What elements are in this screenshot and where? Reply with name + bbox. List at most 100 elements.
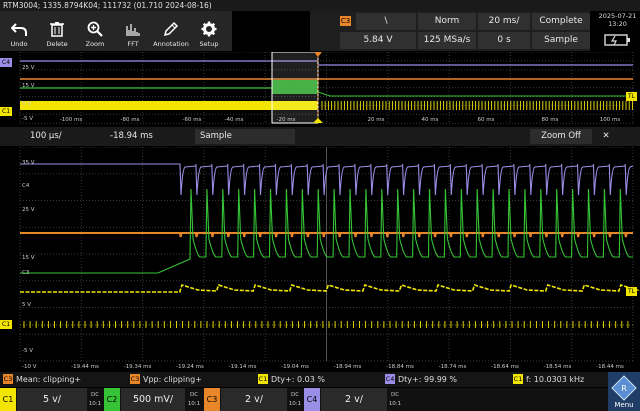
overview-c2-tail — [317, 91, 633, 97]
acquisition-mode[interactable]: Sample — [532, 32, 590, 49]
measurement-2[interactable]: C3 Vpp: clipping+ — [130, 372, 202, 387]
acquisition-state[interactable]: Complete — [532, 13, 590, 30]
zoomed-time-label: -18.54 ms — [544, 364, 572, 370]
channel-c1-badge: C1 — [0, 388, 16, 411]
zoomed-time-label: -18.64 ms — [491, 364, 519, 370]
zoomed-time-label: -19.24 ms — [176, 364, 204, 370]
trigger-slope[interactable]: \ — [356, 13, 416, 30]
channel-c2[interactable]: C2 500 mV/ DC 10:1 — [104, 388, 204, 411]
measurement-4-badge: C4 — [385, 374, 395, 384]
overview-time-label: 20 ms — [368, 117, 385, 123]
fft-button[interactable]: FFT — [114, 11, 152, 51]
zoomed-time-label: -19.14 ms — [229, 364, 257, 370]
window-title: RTM3004; 1335.8794K04; 111732 (01.710 20… — [0, 0, 640, 11]
main-toolbar: Undo Delete Zoom FFT Annotation Setup — [0, 11, 232, 51]
overview-plot: -100 ms -80 ms -60 ms -40 ms -20 ms 20 ms 40 m… — [19, 51, 634, 124]
overview-voltage-label: 25 V — [22, 65, 35, 71]
channel-c3-coupling: DC — [290, 392, 300, 398]
zoom-off-button[interactable]: Zoom Off — [530, 129, 592, 144]
sample-rate[interactable]: 125 MSa/s — [418, 32, 476, 49]
pen-icon — [163, 21, 179, 37]
channel-c2-ratio: 10:1 — [187, 401, 201, 407]
overview-voltage-label: -5 V — [22, 116, 33, 122]
delete-label: Delete — [46, 40, 68, 48]
close-zoom-icon[interactable]: ✕ — [598, 129, 614, 144]
channel-c1[interactable]: C1 5 v/ DC 10:1 — [0, 388, 104, 411]
overview-waveform-area[interactable]: -100 ms -80 ms -60 ms -40 ms -20 ms 20 ms 40 m… — [0, 51, 640, 124]
zoomed-c1-upper-trace — [20, 284, 640, 293]
overview-time-label: -20 ms — [277, 117, 296, 123]
overview-voltage-label: 15 V — [22, 83, 35, 89]
zoomed-time-label: -19.04 ms — [281, 364, 309, 370]
measurement-5[interactable]: C1 f: 10.0303 kHz — [513, 372, 584, 387]
timebase-value[interactable]: 20 ms/ — [478, 13, 530, 30]
delete-button[interactable]: Delete — [38, 11, 76, 51]
overview-time-label: 80 ms — [542, 117, 559, 123]
horizontal-offset[interactable]: 0 s — [478, 32, 530, 49]
zoomed-waveform-area[interactable]: -19.44 ms -19.34 ms -19.24 ms -19.14 ms -19.… — [0, 146, 640, 371]
channel-c4[interactable]: C4 2 v/ DC 10:1 — [304, 388, 404, 411]
zoomed-c1-marker[interactable]: C1 — [0, 320, 13, 329]
setup-button[interactable]: Setup — [190, 11, 228, 51]
zoomed-time-label: -18.84 ms — [386, 364, 414, 370]
channel-c3-scale: 2 v/ — [221, 388, 287, 411]
zoomed-voltage-label: -5 V — [22, 348, 33, 354]
zoomed-grid — [19, 146, 634, 362]
zoomed-trigger-level-marker[interactable]: TL — [626, 287, 638, 296]
measurement-4[interactable]: C4 Dty+: 99.99 % — [385, 372, 457, 387]
measurement-1-text: Mean: clipping+ — [16, 375, 82, 384]
fft-icon — [126, 24, 140, 36]
channel-c4-coupling: DC — [390, 392, 400, 398]
channel-c1-ratio: 10:1 — [88, 401, 102, 407]
overview-voltage-label: 5 V — [22, 101, 31, 107]
acquisition-status-panel: C3 \ Norm 20 ms/ Complete 5.84 V 125 MSa… — [310, 11, 590, 51]
trigger-level[interactable]: 5.84 V — [340, 32, 416, 49]
overview-time-label: -80 ms — [121, 117, 140, 123]
zoomed-time-label: -19.44 ms — [71, 364, 99, 370]
annotation-label: Annotation — [153, 40, 189, 48]
menu-button[interactable]: R Menu — [608, 372, 640, 411]
overview-trigger-level-marker[interactable]: TL — [626, 92, 638, 101]
zoomed-voltage-label: -10 V — [22, 364, 37, 370]
zoomed-time-label: -18.94 ms — [334, 364, 362, 370]
zoom-label: Zoom — [85, 40, 105, 48]
gear-icon — [201, 21, 217, 37]
undo-label: Undo — [10, 40, 28, 48]
annotation-button[interactable]: Annotation — [152, 11, 190, 51]
measurement-1[interactable]: C3 Mean: clipping+ — [3, 372, 81, 387]
overview-c4-marker[interactable]: C4 — [0, 58, 13, 67]
channel-c4-scale: 2 v/ — [321, 388, 387, 411]
overview-time-label: 100 ms — [600, 117, 621, 123]
zoom-timebase[interactable]: 100 µs/ — [30, 129, 100, 144]
zoomed-time-axis: -19.44 ms -19.34 ms -19.24 ms -19.14 ms -19.… — [71, 364, 624, 370]
measurement-3[interactable]: C1 Dty+: 0.03 % — [258, 372, 325, 387]
measurement-3-text: Dty+: 0.03 % — [271, 375, 325, 384]
overview-time-label: -60 ms — [183, 117, 202, 123]
channel-bar: C1 5 v/ DC 10:1 C2 500 mV/ DC 10:1 C3 2 … — [0, 388, 640, 411]
overview-time-label: 60 ms — [478, 117, 495, 123]
overview-voltage-axis: 25 V 15 V 5 V -5 V — [22, 65, 35, 122]
undo-button[interactable]: Undo — [0, 11, 38, 51]
trigger-source-badge[interactable]: C3 — [340, 16, 351, 26]
channel-c3[interactable]: C3 2 v/ DC 10:1 — [204, 388, 304, 411]
channel-c2-scale: 500 mV/ — [121, 388, 185, 411]
channel-c4-badge: C4 — [304, 388, 320, 411]
channel-c2-coupling: DC — [189, 392, 199, 398]
zoom-acq-mode[interactable]: Sample — [195, 129, 295, 144]
measurement-bar: C3 Mean: clipping+ C3 Vpp: clipping+ C1 Dty… — [0, 372, 640, 387]
overview-time-label: 40 ms — [422, 117, 439, 123]
zoomed-time-label: -18.74 ms — [439, 364, 467, 370]
zoom-button[interactable]: Zoom — [76, 11, 114, 51]
rs-logo-icon: R — [611, 375, 637, 401]
undo-icon — [11, 23, 27, 36]
overview-time-axis: -100 ms -80 ms -60 ms -40 ms -20 ms 20 ms 40 m… — [60, 117, 621, 123]
zoomed-traces — [20, 163, 640, 328]
zoom-position[interactable]: -18.94 ms — [110, 129, 190, 144]
svg-text:R: R — [621, 384, 627, 393]
measurement-1-badge: C3 — [3, 374, 13, 384]
measurement-3-badge: C1 — [258, 374, 268, 384]
overview-c1-marker[interactable]: C1 — [0, 107, 13, 116]
trigger-mode[interactable]: Norm — [418, 13, 476, 30]
zoomed-time-label: -19.34 ms — [124, 364, 152, 370]
zoom-window-marker[interactable] — [271, 51, 319, 124]
